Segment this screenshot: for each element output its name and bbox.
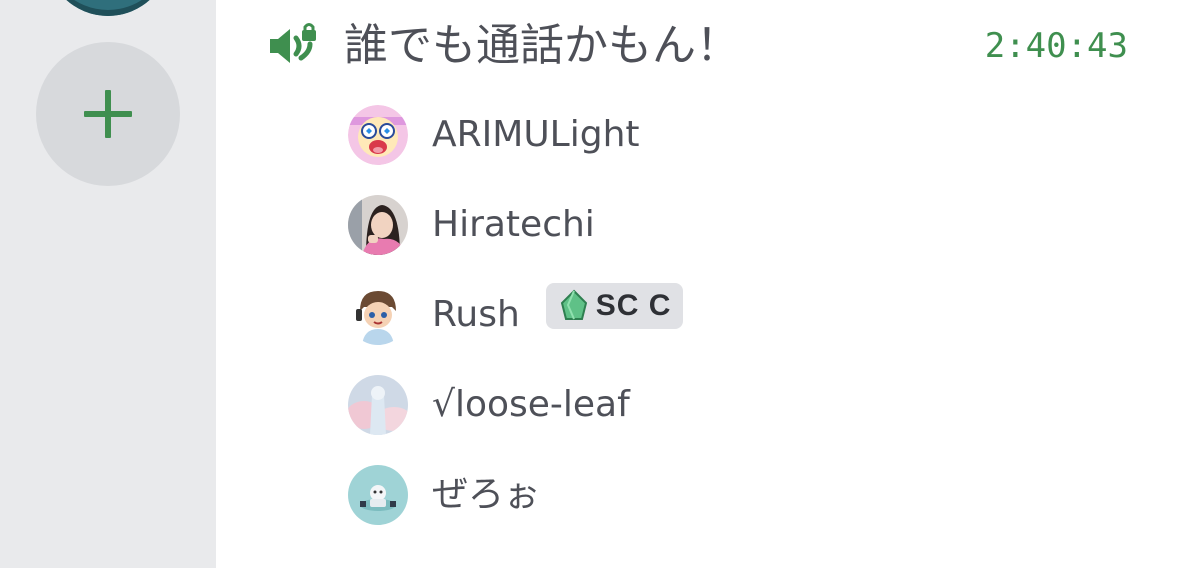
avatar — [348, 195, 408, 255]
member-name: √loose-leaf — [432, 384, 630, 425]
avatar — [348, 285, 408, 345]
add-server-button[interactable] — [36, 42, 180, 186]
plus-icon — [84, 90, 132, 138]
member-tag: SC C — [545, 283, 684, 329]
voice-member[interactable]: Hiratechi — [348, 194, 595, 256]
member-name: ARIMULight — [432, 114, 640, 155]
member-name: ぜろぉ — [432, 474, 541, 515]
server-icon[interactable] — [46, 0, 170, 16]
tag-label: SC C — [595, 289, 672, 322]
avatar — [348, 105, 408, 165]
voice-member[interactable]: ARIMULight — [348, 104, 640, 166]
voice-channel[interactable]: 誰でも通話かもん！ 2:40:43 — [264, 18, 1144, 76]
call-timer: 2:40:43 — [984, 26, 1128, 66]
voice-channel-locked-icon — [270, 23, 316, 63]
avatar — [348, 375, 408, 435]
voice-member[interactable]: √loose-leaf — [348, 374, 630, 436]
channel-name: 誰でも通話かもん！ — [344, 20, 740, 71]
member-name: Hiratechi — [432, 204, 595, 245]
app-window: 誰でも通話かもん！ 2:40:43 ARIMULight Hiratechi R… — [0, 0, 1179, 568]
voice-member[interactable]: Rush SC C — [348, 283, 684, 346]
green-gem-icon — [560, 289, 587, 320]
server-rail — [0, 0, 216, 568]
avatar — [348, 465, 408, 525]
voice-member[interactable]: ぜろぉ — [348, 464, 540, 526]
member-name: Rush — [432, 294, 520, 335]
